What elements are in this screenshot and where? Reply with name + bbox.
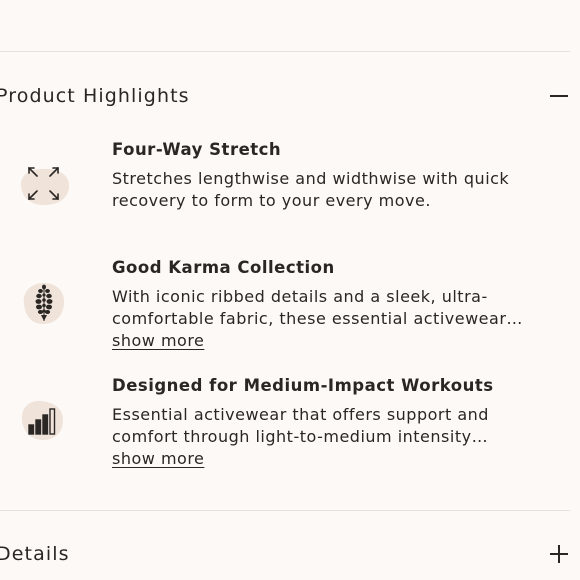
feature-title: Good Karma Collection: [112, 258, 335, 277]
good-karma-icon: [17, 278, 73, 328]
plus-icon[interactable]: [548, 543, 570, 565]
feature-text: Good Karma Collection With iconic ribbed…: [112, 256, 552, 352]
feature-description: Stretches lengthwise and widthwise with …: [112, 168, 552, 212]
medium-impact-icon: [17, 394, 73, 444]
show-more-link[interactable]: show more: [112, 448, 204, 470]
product-highlights-title: Product Highlights: [0, 85, 190, 107]
feature-description-line: Stretches lengthwise and widthwise with …: [112, 169, 510, 188]
product-highlights-header[interactable]: Product Highlights: [0, 79, 570, 113]
details-title: Details: [0, 543, 70, 565]
feature-description-line: With iconic ribbed details and a sleek, …: [112, 287, 488, 306]
feature-title: Designed for Medium-Impact Workouts: [112, 376, 494, 395]
top-divider: [0, 51, 570, 52]
four-way-stretch-icon: [17, 162, 73, 212]
feature-description: With iconic ribbed details and a sleek, …: [112, 286, 552, 330]
feature-description-line: recovery to form to your every move.: [112, 191, 431, 210]
feature-description-line: Essential activewear that offers support…: [112, 405, 489, 424]
feature-text: Four-Way Stretch Stretches lengthwise an…: [112, 138, 552, 212]
feature-title: Four-Way Stretch: [112, 140, 282, 159]
show-more-link[interactable]: show more: [112, 330, 204, 352]
feature-description-line: comfort through light-to-medium intensit…: [112, 427, 489, 446]
feature-description: Essential activewear that offers support…: [112, 404, 552, 448]
minus-icon[interactable]: [548, 85, 570, 107]
details-divider: [0, 510, 570, 511]
details-header[interactable]: Details: [0, 537, 570, 571]
feature-description-line: comfortable fabric, these essential acti…: [112, 309, 523, 328]
feature-text: Designed for Medium-Impact Workouts Esse…: [112, 374, 552, 470]
product-accordion-panel: Product Highlights Four-Way Stretch Stre…: [0, 0, 580, 580]
